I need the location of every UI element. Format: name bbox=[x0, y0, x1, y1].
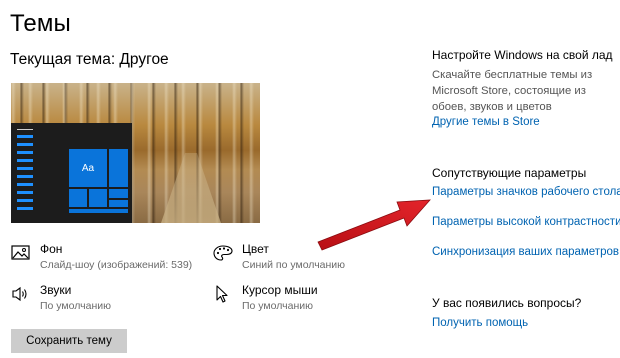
start-tiles: Aa bbox=[69, 149, 129, 215]
tile bbox=[89, 189, 107, 207]
save-theme-button[interactable]: Сохранить тему bbox=[11, 329, 127, 353]
setting-value: Слайд-шоу (изображений: 539) bbox=[40, 259, 193, 271]
setting-name: Курсор мыши bbox=[242, 283, 318, 297]
tile bbox=[109, 200, 128, 207]
sync-settings-link[interactable]: Синхронизация ваших параметров bbox=[432, 246, 619, 258]
page-title: Темы bbox=[10, 10, 71, 37]
speaker-icon bbox=[11, 285, 31, 303]
tile bbox=[69, 189, 87, 207]
tile bbox=[69, 209, 128, 213]
customize-heading: Настройте Windows на свой лад bbox=[432, 48, 613, 62]
start-menu-items bbox=[17, 135, 33, 215]
high-contrast-settings-link[interactable]: Параметры высокой контрастности bbox=[432, 216, 620, 228]
palette-icon bbox=[213, 244, 233, 262]
setting-value: По умолчанию bbox=[40, 300, 112, 312]
setting-value: Синий по умолчанию bbox=[242, 259, 346, 271]
related-settings-heading: Сопутствующие параметры bbox=[432, 166, 587, 180]
setting-name: Фон bbox=[40, 242, 63, 256]
questions-heading: У вас появились вопросы? bbox=[432, 296, 582, 310]
customize-description: Скачайте бесплатные темы из Microsoft St… bbox=[432, 69, 593, 113]
store-themes-link[interactable]: Другие темы в Store bbox=[432, 116, 540, 128]
setting-name: Звуки bbox=[40, 283, 72, 297]
tile bbox=[109, 189, 128, 198]
theme-preview: Aa bbox=[11, 83, 260, 223]
cursor-icon bbox=[213, 285, 233, 303]
tile-aa: Aa bbox=[69, 149, 107, 187]
tile bbox=[109, 149, 128, 187]
picture-icon bbox=[11, 244, 31, 262]
get-help-link[interactable]: Получить помощь bbox=[432, 317, 528, 329]
desktop-icon-settings-link[interactable]: Параметры значков рабочего стола bbox=[432, 186, 620, 198]
start-menu-preview: Aa bbox=[11, 123, 132, 223]
current-theme-label: Текущая тема: Другое bbox=[10, 51, 169, 68]
annotation-arrow bbox=[317, 199, 431, 251]
setting-name: Цвет bbox=[242, 242, 269, 256]
setting-value: По умолчанию bbox=[242, 300, 314, 312]
